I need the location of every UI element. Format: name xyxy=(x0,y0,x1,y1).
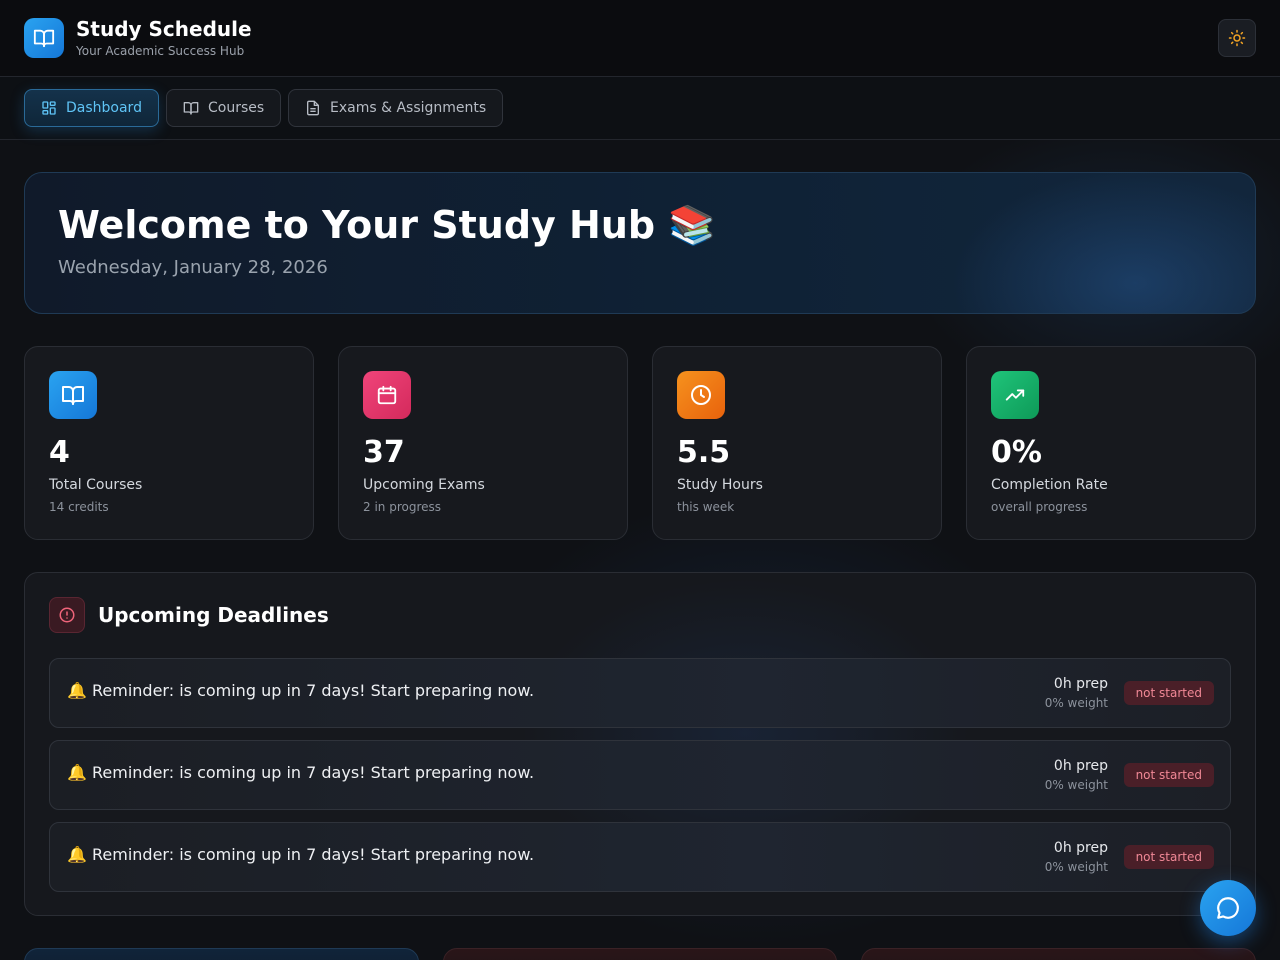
bottom-card xyxy=(443,948,837,960)
stat-value: 5.5 xyxy=(677,435,731,470)
deadline-item[interactable]: 🔔 Reminder: is coming up in 7 days! Star… xyxy=(49,822,1231,892)
stat-card-exams: 37 Upcoming Exams 2 in progress xyxy=(338,346,628,540)
deadline-message: 🔔 Reminder: is coming up in 7 days! Star… xyxy=(67,681,535,700)
dashboard-icon xyxy=(42,101,56,115)
document-icon xyxy=(307,100,319,116)
deadline-item[interactable]: 🔔 Reminder: is coming up in 7 days! Star… xyxy=(49,658,1231,728)
trending-up-icon xyxy=(991,371,1039,419)
deadline-message: 🔔 Reminder: is coming up in 7 days! Star… xyxy=(67,845,535,864)
section-title: Upcoming Deadlines xyxy=(98,603,329,627)
stat-subtext: 2 in progress xyxy=(363,500,442,514)
stat-label: Study Hours xyxy=(677,477,763,493)
app-title: Study Schedule xyxy=(76,17,252,41)
weight: 0% weight xyxy=(1044,778,1108,792)
weight: 0% weight xyxy=(1044,860,1108,874)
page-title: Welcome to Your Study Hub 📚 xyxy=(58,203,716,247)
stat-subtext: 14 credits xyxy=(49,500,109,514)
prep-hours: 0h prep xyxy=(1053,758,1108,774)
status-badge: not started xyxy=(1123,681,1214,705)
stat-label: Upcoming Exams xyxy=(363,477,485,493)
prep-hours: 0h prep xyxy=(1053,840,1108,856)
upcoming-deadlines-panel: Upcoming Deadlines 🔔 Reminder: is coming… xyxy=(24,572,1256,916)
calendar-icon xyxy=(363,371,411,419)
stat-card-courses: 4 Total Courses 14 credits xyxy=(24,346,314,540)
tab-dashboard[interactable]: Dashboard xyxy=(24,89,159,127)
stat-card-study-hours: 5.5 Study Hours this week xyxy=(652,346,942,540)
tab-exams-assignments[interactable]: Exams & Assignments xyxy=(288,89,504,127)
bottom-card xyxy=(861,948,1256,960)
chat-button[interactable] xyxy=(1200,880,1256,936)
tab-label: Dashboard xyxy=(66,100,142,116)
sun-icon xyxy=(1228,29,1246,47)
current-date: Wednesday, January 28, 2026 xyxy=(58,257,328,278)
book-icon xyxy=(183,102,199,115)
main-nav: Dashboard Courses Exams & Assignments xyxy=(0,77,1280,140)
tab-courses[interactable]: Courses xyxy=(166,89,282,127)
stat-value: 0% xyxy=(991,435,1042,470)
clock-icon xyxy=(677,371,725,419)
weight: 0% weight xyxy=(1044,696,1108,710)
app-subtitle: Your Academic Success Hub xyxy=(76,44,245,58)
stat-subtext: overall progress xyxy=(991,500,1088,514)
stat-value: 37 xyxy=(363,435,405,470)
book-icon xyxy=(49,371,97,419)
stat-label: Total Courses xyxy=(49,477,143,493)
chat-bubble-icon xyxy=(1217,897,1239,919)
deadline-message: 🔔 Reminder: is coming up in 7 days! Star… xyxy=(67,763,535,782)
theme-toggle-button[interactable] xyxy=(1218,19,1256,57)
deadline-item[interactable]: 🔔 Reminder: is coming up in 7 days! Star… xyxy=(49,740,1231,810)
app-header: Study Schedule Your Academic Success Hub xyxy=(0,0,1280,77)
bottom-card xyxy=(24,948,419,960)
status-badge: not started xyxy=(1123,845,1214,869)
stat-value: 4 xyxy=(49,435,70,470)
prep-hours: 0h prep xyxy=(1053,676,1108,692)
alert-icon xyxy=(49,597,85,633)
tab-label: Courses xyxy=(208,100,265,116)
stat-label: Completion Rate xyxy=(991,477,1108,493)
welcome-banner: Welcome to Your Study Hub 📚 Wednesday, J… xyxy=(24,172,1256,314)
status-badge: not started xyxy=(1123,763,1214,787)
tab-label: Exams & Assignments xyxy=(330,100,487,116)
stat-card-completion: 0% Completion Rate overall progress xyxy=(966,346,1256,540)
open-book-icon xyxy=(24,18,64,58)
stat-subtext: this week xyxy=(677,500,735,514)
